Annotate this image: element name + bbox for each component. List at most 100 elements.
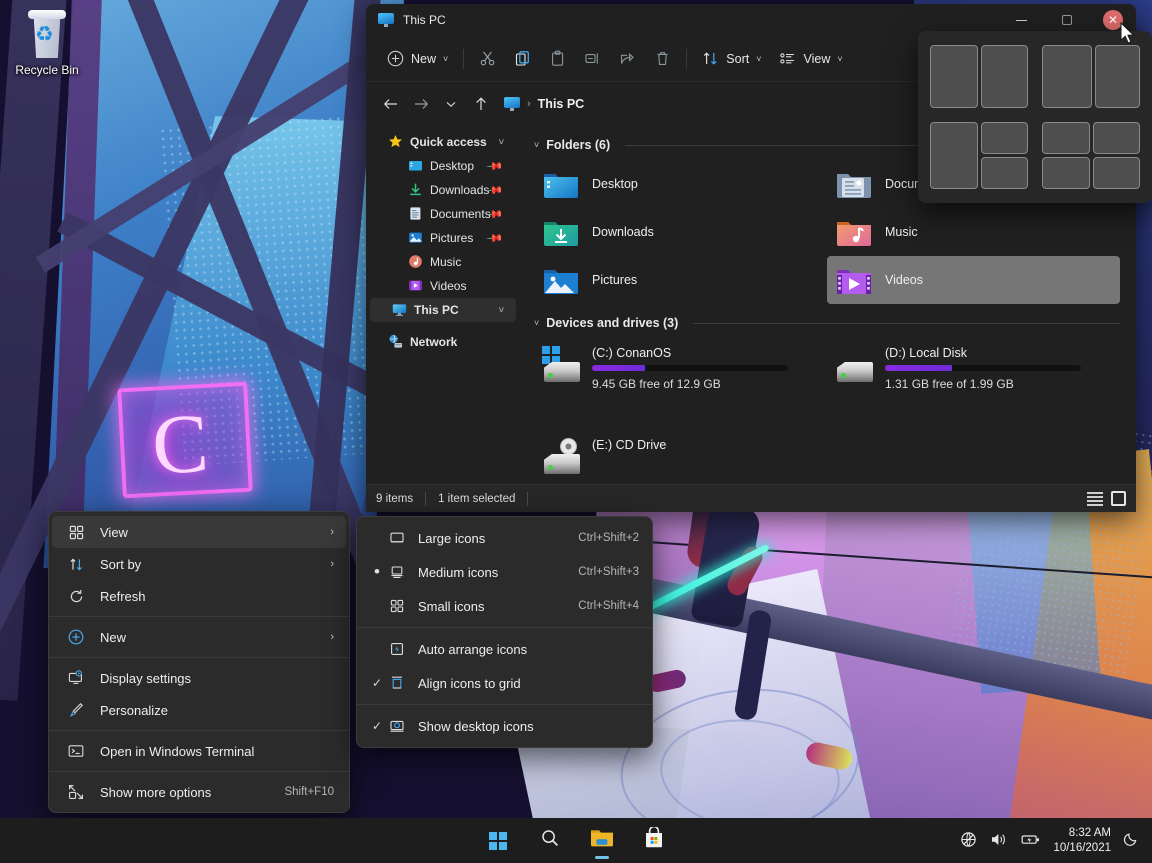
network-globe-icon[interactable] xyxy=(960,831,977,851)
paste-button[interactable] xyxy=(540,43,575,75)
snap-layout-two-uneven-columns[interactable] xyxy=(1042,45,1140,108)
music-folder-icon xyxy=(835,215,873,249)
chevron-right-icon: › xyxy=(330,558,334,570)
submenu-item-medium-icons[interactable]: • Medium icons Ctrl+Shift+3 xyxy=(360,555,649,589)
submenu-item-large-icons[interactable]: Large icons Ctrl+Shift+2 xyxy=(360,521,649,555)
toolbar-divider xyxy=(463,48,465,69)
view-button[interactable]: View ˅ xyxy=(770,43,851,75)
context-menu-item-show-more-options[interactable]: Show more options Shift+F10 xyxy=(52,776,346,808)
show-desktop-icons-icon xyxy=(386,718,408,734)
clock-time: 8:32 AM xyxy=(1068,826,1111,839)
forward-button[interactable] xyxy=(406,89,436,119)
menu-divider xyxy=(49,771,349,772)
submenu-item-align-icons-to-grid[interactable]: ✓ Align icons to grid xyxy=(360,666,649,700)
battery-icon[interactable] xyxy=(1021,832,1041,850)
context-menu-item-label: Refresh xyxy=(100,588,146,604)
sidebar-item-downloads[interactable]: Downloads 📌 xyxy=(366,178,516,202)
folder-item-downloads[interactable]: Downloads xyxy=(534,208,827,256)
folder-item-label: Music xyxy=(885,225,918,239)
drive-usage-bar xyxy=(592,365,788,371)
sidebar-item-documents[interactable]: Documents 📌 xyxy=(366,202,516,226)
copy-button[interactable] xyxy=(505,43,540,75)
wallpaper-neon-sign: C xyxy=(117,381,253,499)
submenu-item-label: Medium icons xyxy=(418,564,499,580)
recent-locations-button[interactable] xyxy=(436,89,466,119)
details-view-icon[interactable] xyxy=(1087,491,1103,506)
context-menu-item-display-settings[interactable]: Display settings xyxy=(52,662,346,694)
rename-button[interactable] xyxy=(575,43,610,75)
folder-item-desktop[interactable]: Desktop xyxy=(534,160,827,208)
cut-button[interactable] xyxy=(470,43,505,75)
snap-layout-four-quadrants[interactable] xyxy=(1042,121,1140,189)
sidebar-item-desktop[interactable]: Desktop 📌 xyxy=(366,154,516,178)
context-menu-item-refresh[interactable]: Refresh xyxy=(52,580,346,612)
sidebar-item-this-pc[interactable]: This PC ˅ xyxy=(370,298,516,322)
sidebar-item-label: Documents xyxy=(430,207,491,221)
start-button[interactable] xyxy=(478,821,518,861)
folder-item-music[interactable]: Music xyxy=(827,208,1120,256)
folder-item-label: Desktop xyxy=(592,177,638,191)
context-menu-item-open-windows-terminal[interactable]: Open in Windows Terminal xyxy=(52,735,346,767)
taskbar[interactable]: 8:32 AM 10/16/2021 xyxy=(0,818,1152,863)
recycle-bin-desktop-icon[interactable]: ♻ Recycle Bin xyxy=(6,6,88,78)
drive-label: (E:) CD Drive xyxy=(592,438,667,452)
back-button[interactable] xyxy=(376,89,406,119)
snap-layouts-flyout[interactable] xyxy=(918,31,1152,203)
chevron-down-icon: ˅ xyxy=(837,53,843,64)
sidebar-item-network[interactable]: Network xyxy=(366,330,516,354)
sidebar-item-quick-access[interactable]: Quick access ˅ xyxy=(366,130,516,154)
submenu-item-show-desktop-icons[interactable]: ✓ Show desktop icons xyxy=(360,709,649,743)
snap-layout-one-left-two-right[interactable] xyxy=(930,121,1028,189)
share-button[interactable] xyxy=(610,43,645,75)
small-icons-icon xyxy=(386,598,408,614)
submenu-item-small-icons[interactable]: Small icons Ctrl+Shift+4 xyxy=(360,589,649,623)
clock[interactable]: 8:32 AM 10/16/2021 xyxy=(1053,826,1111,856)
folder-item-videos[interactable]: Videos xyxy=(827,256,1120,304)
pin-icon[interactable]: 📌 xyxy=(486,229,505,247)
this-pc-icon xyxy=(378,13,394,27)
desktop-context-menu[interactable]: View › Sort by › Refresh New › Display s… xyxy=(48,511,350,813)
share-icon xyxy=(619,50,636,67)
folder-item-pictures[interactable]: Pictures xyxy=(534,256,827,304)
sidebar-item-pictures[interactable]: Pictures 📌 xyxy=(366,226,516,250)
sidebar-item-music[interactable]: Music xyxy=(366,250,516,274)
brush-icon xyxy=(66,702,86,718)
snap-layout-two-equal-columns[interactable] xyxy=(930,45,1028,108)
sort-button[interactable]: Sort ˅ xyxy=(693,43,770,75)
videos-folder-icon xyxy=(835,263,873,297)
check-icon: ✓ xyxy=(371,676,383,690)
context-menu-item-personalize[interactable]: Personalize xyxy=(52,694,346,726)
file-explorer-button[interactable] xyxy=(582,821,622,861)
sidebar-item-videos[interactable]: Videos xyxy=(366,274,516,298)
context-menu-item-label: Display settings xyxy=(100,670,192,686)
plus-circle-icon xyxy=(387,50,404,67)
documents-folder-icon xyxy=(835,167,873,201)
menu-divider xyxy=(49,730,349,731)
new-button[interactable]: New ˅ xyxy=(378,43,457,75)
context-menu-item-view[interactable]: View › xyxy=(52,516,346,548)
drive-item-c[interactable]: (C:) ConanOS 9.45 GB free of 12.9 GB xyxy=(534,338,827,391)
file-explorer-icon xyxy=(590,827,614,854)
up-button[interactable] xyxy=(466,89,496,119)
context-menu-item-new[interactable]: New › xyxy=(52,621,346,653)
drives-group-header[interactable]: ˅ Devices and drives (3) xyxy=(534,316,1120,330)
view-submenu[interactable]: Large icons Ctrl+Shift+2 • Medium icons … xyxy=(356,516,653,748)
clipboard-icon xyxy=(549,50,566,67)
context-menu-item-sort-by[interactable]: Sort by › xyxy=(52,548,346,580)
sidebar-item-label: Desktop xyxy=(430,159,475,173)
sidebar-item-label: Quick access xyxy=(410,135,487,149)
microsoft-store-button[interactable] xyxy=(634,821,674,861)
large-icons-view-icon[interactable] xyxy=(1111,491,1126,506)
desktop-folder-icon xyxy=(408,158,424,174)
volume-icon[interactable] xyxy=(990,831,1008,851)
search-button[interactable] xyxy=(530,821,570,861)
pin-icon[interactable]: 📌 xyxy=(486,157,505,175)
navigation-pane[interactable]: Quick access ˅ Desktop 📌 Downloads 📌 Doc… xyxy=(366,126,520,508)
notifications-button[interactable] xyxy=(1123,830,1140,852)
drive-item-d[interactable]: (D:) Local Disk 1.31 GB free of 1.99 GB xyxy=(827,338,1120,391)
context-menu-item-shortcut: Shift+F10 xyxy=(284,786,334,798)
drive-item-e[interactable]: (E:) CD Drive xyxy=(534,430,827,478)
system-tray[interactable]: 8:32 AM 10/16/2021 xyxy=(960,826,1152,856)
delete-button[interactable] xyxy=(645,43,680,75)
submenu-item-auto-arrange-icons[interactable]: Auto arrange icons xyxy=(360,632,649,666)
